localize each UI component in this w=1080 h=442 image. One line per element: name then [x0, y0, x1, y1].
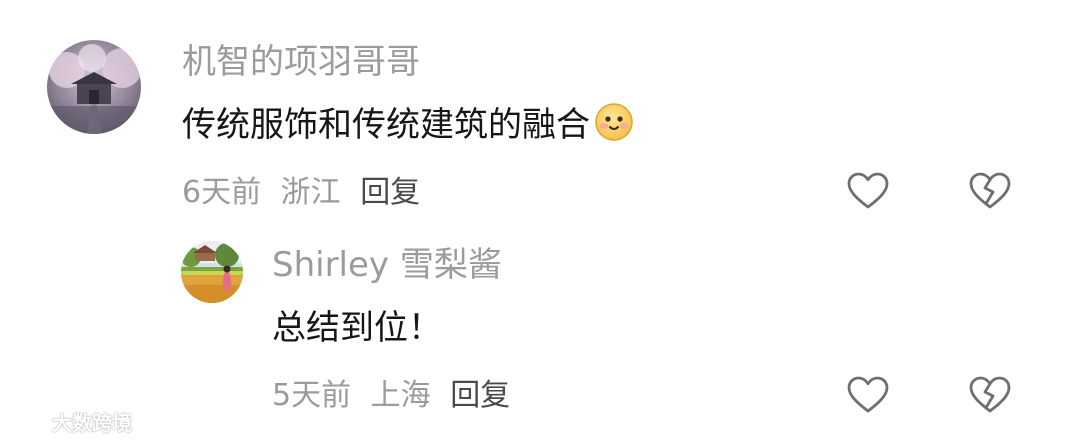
comment-meta: 5天前 上海 回复 — [272, 376, 510, 416]
flower-field-avatar — [181, 241, 243, 303]
reply-button[interactable]: 回复 — [450, 376, 510, 416]
cherry-blossom-temple-avatar — [47, 40, 141, 134]
watermark-text: 大数跨境 — [52, 410, 132, 435]
comment-time: 5天前 — [272, 378, 352, 413]
comment-meta: 6天前 浙江 回复 — [182, 173, 420, 213]
comment-location: 上海 — [370, 378, 431, 413]
dislike-button[interactable] — [968, 375, 1012, 415]
comment-location: 浙江 — [280, 175, 341, 210]
username[interactable]: Shirley 雪梨酱 — [272, 243, 502, 287]
username[interactable]: 机智的项羽哥哥 — [182, 40, 420, 84]
avatar[interactable] — [181, 241, 243, 303]
comment-time: 6天前 — [182, 175, 262, 210]
like-button[interactable] — [846, 375, 890, 415]
comment-text: 传统服饰和传统建筑的融合 — [182, 102, 634, 147]
blushing-smile-emoji-icon — [594, 102, 634, 142]
heart-outline-icon — [847, 172, 889, 209]
comment-text: 总结到位！ — [272, 308, 442, 348]
comment-text-content: 传统服饰和传统建筑的融合 — [182, 105, 590, 145]
comment-thread: 机智的项羽哥哥 传统服饰和传统建筑的融合 6天前 浙江 回复 Shirley 雪… — [0, 0, 1080, 442]
reply-button[interactable]: 回复 — [360, 173, 420, 213]
avatar[interactable] — [47, 40, 141, 134]
broken-heart-icon — [969, 172, 1011, 209]
watermark-logo-icon — [10, 408, 48, 435]
broken-heart-icon — [969, 376, 1011, 413]
watermark: 大数跨境 — [10, 404, 132, 438]
dislike-button[interactable] — [968, 171, 1012, 211]
like-button[interactable] — [846, 171, 890, 211]
heart-outline-icon — [847, 376, 889, 413]
